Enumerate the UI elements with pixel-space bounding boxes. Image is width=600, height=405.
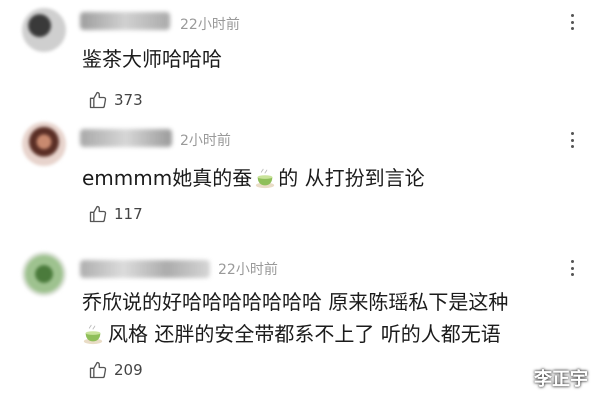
more-vertical-icon[interactable] [564,260,580,276]
comment-text-part: emmmm她真的蚕 [82,166,253,190]
like-button[interactable]: 117 [88,204,143,224]
comment-item: 22小时前 乔欣说的好哈哈哈哈哈哈哈 原来陈瑶私下是这种 风格 还胖的安全带都系… [0,240,600,405]
username-blurred[interactable] [80,260,210,278]
avatar[interactable] [22,252,66,296]
comment-text: 鉴茶大师哈哈哈 [82,47,222,71]
comment-text: 乔欣说的好哈哈哈哈哈哈哈 原来陈瑶私下是这种 风格 还胖的安全带都系不上了 听的… [82,288,582,349]
avatar[interactable] [22,122,66,166]
avatar[interactable] [22,8,66,52]
like-button[interactable]: 373 [88,90,143,110]
like-button[interactable]: 209 [88,360,143,380]
thumbs-up-icon [89,205,107,223]
comment-time: 22小时前 [218,262,278,278]
comment-text-line: 风格 还胖的安全带都系不上了 听的人都无语 [82,320,582,349]
comment-item: 2小时前 emmmm她真的蚕 的 从打扮到言论 117 [0,120,600,240]
username-blurred[interactable] [80,129,172,147]
like-count: 209 [114,361,143,379]
more-vertical-icon[interactable] [564,14,580,30]
watermark: 李正宇 [534,369,588,390]
thumbs-up-icon [89,361,107,379]
tea-emoji-icon [256,168,275,189]
username-blurred[interactable] [80,12,170,30]
thumbs-up-icon [89,91,107,109]
comment-item: 22小时前 鉴茶大师哈哈哈 373 [0,0,600,120]
comment-time: 22小时前 [180,17,240,33]
tea-emoji-icon [83,324,103,345]
comment-text-part: 的 从打扮到言论 [278,166,425,190]
comment-text-line: 乔欣说的好哈哈哈哈哈哈哈 原来陈瑶私下是这种 [82,290,509,314]
like-count: 117 [114,205,143,223]
comment-text: emmmm她真的蚕 的 从打扮到言论 [82,164,582,193]
comment-text-part: 风格 还胖的安全带都系不上了 听的人都无语 [108,322,501,346]
comment-time: 2小时前 [180,133,231,149]
like-count: 373 [114,91,143,109]
more-vertical-icon[interactable] [564,132,580,148]
